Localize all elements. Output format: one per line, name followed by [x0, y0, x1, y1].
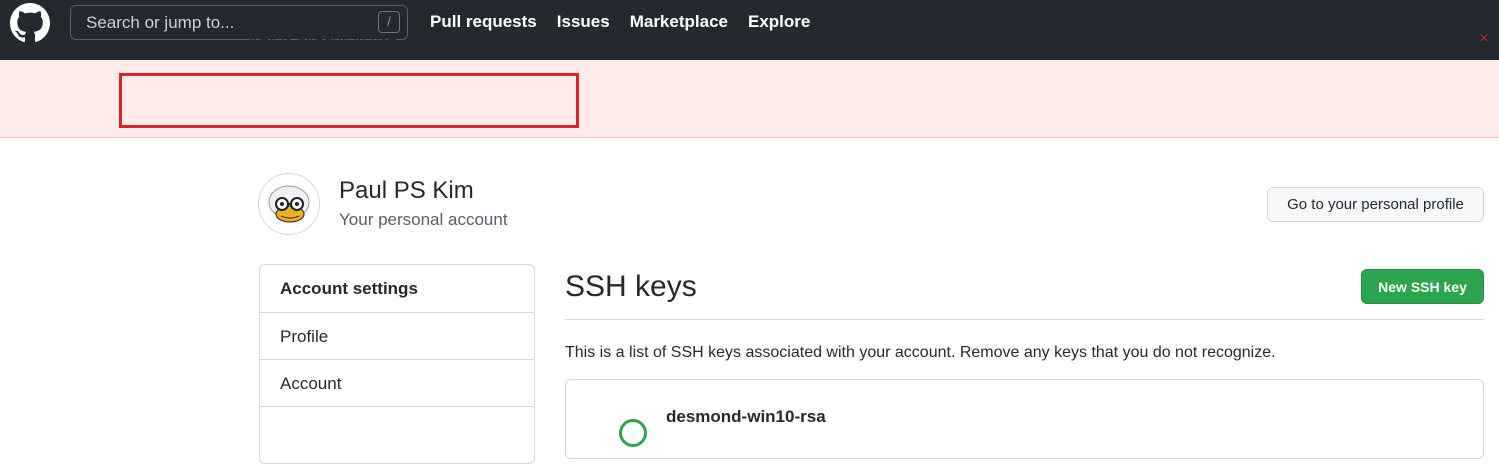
- avatar-image: [268, 185, 310, 223]
- highlight-box: [119, 73, 579, 128]
- flash-error-banner: [0, 60, 1499, 138]
- close-icon[interactable]: ×: [1474, 29, 1494, 49]
- sidebar-item-account[interactable]: Account: [260, 360, 534, 407]
- page-description: This is a list of SSH keys associated wi…: [565, 344, 1276, 361]
- sidebar-item-profile[interactable]: Profile: [260, 313, 534, 360]
- top-header: Search or jump to... / Pull requests Iss…: [0, 0, 1499, 60]
- flash-message: Key is already in use: [249, 31, 397, 48]
- profile-name[interactable]: Paul PS Kim: [339, 177, 474, 205]
- nav-marketplace[interactable]: Marketplace: [630, 12, 728, 32]
- settings-sidebar: Account settings Profile Account: [259, 264, 535, 464]
- ssh-key-name: desmond-win10-rsa: [666, 407, 826, 426]
- header-nav: Pull requests Issues Marketplace Explore: [430, 12, 830, 32]
- sidebar-heading: Account settings: [260, 265, 534, 313]
- key-status-icon: [619, 419, 647, 447]
- page-title: SSH keys: [565, 270, 697, 303]
- account-type-label: Your personal account: [339, 210, 508, 229]
- nav-issues[interactable]: Issues: [557, 12, 610, 32]
- go-to-profile-button[interactable]: Go to your personal profile: [1267, 187, 1484, 222]
- nav-pull-requests[interactable]: Pull requests: [430, 12, 537, 32]
- github-logo-icon[interactable]: [10, 3, 50, 43]
- search-placeholder: Search or jump to...: [86, 12, 235, 32]
- avatar[interactable]: [258, 173, 320, 235]
- new-ssh-key-button[interactable]: New SSH key: [1361, 269, 1484, 304]
- search-shortcut-key: /: [378, 11, 400, 33]
- nav-explore[interactable]: Explore: [748, 12, 810, 32]
- divider: [565, 319, 1484, 320]
